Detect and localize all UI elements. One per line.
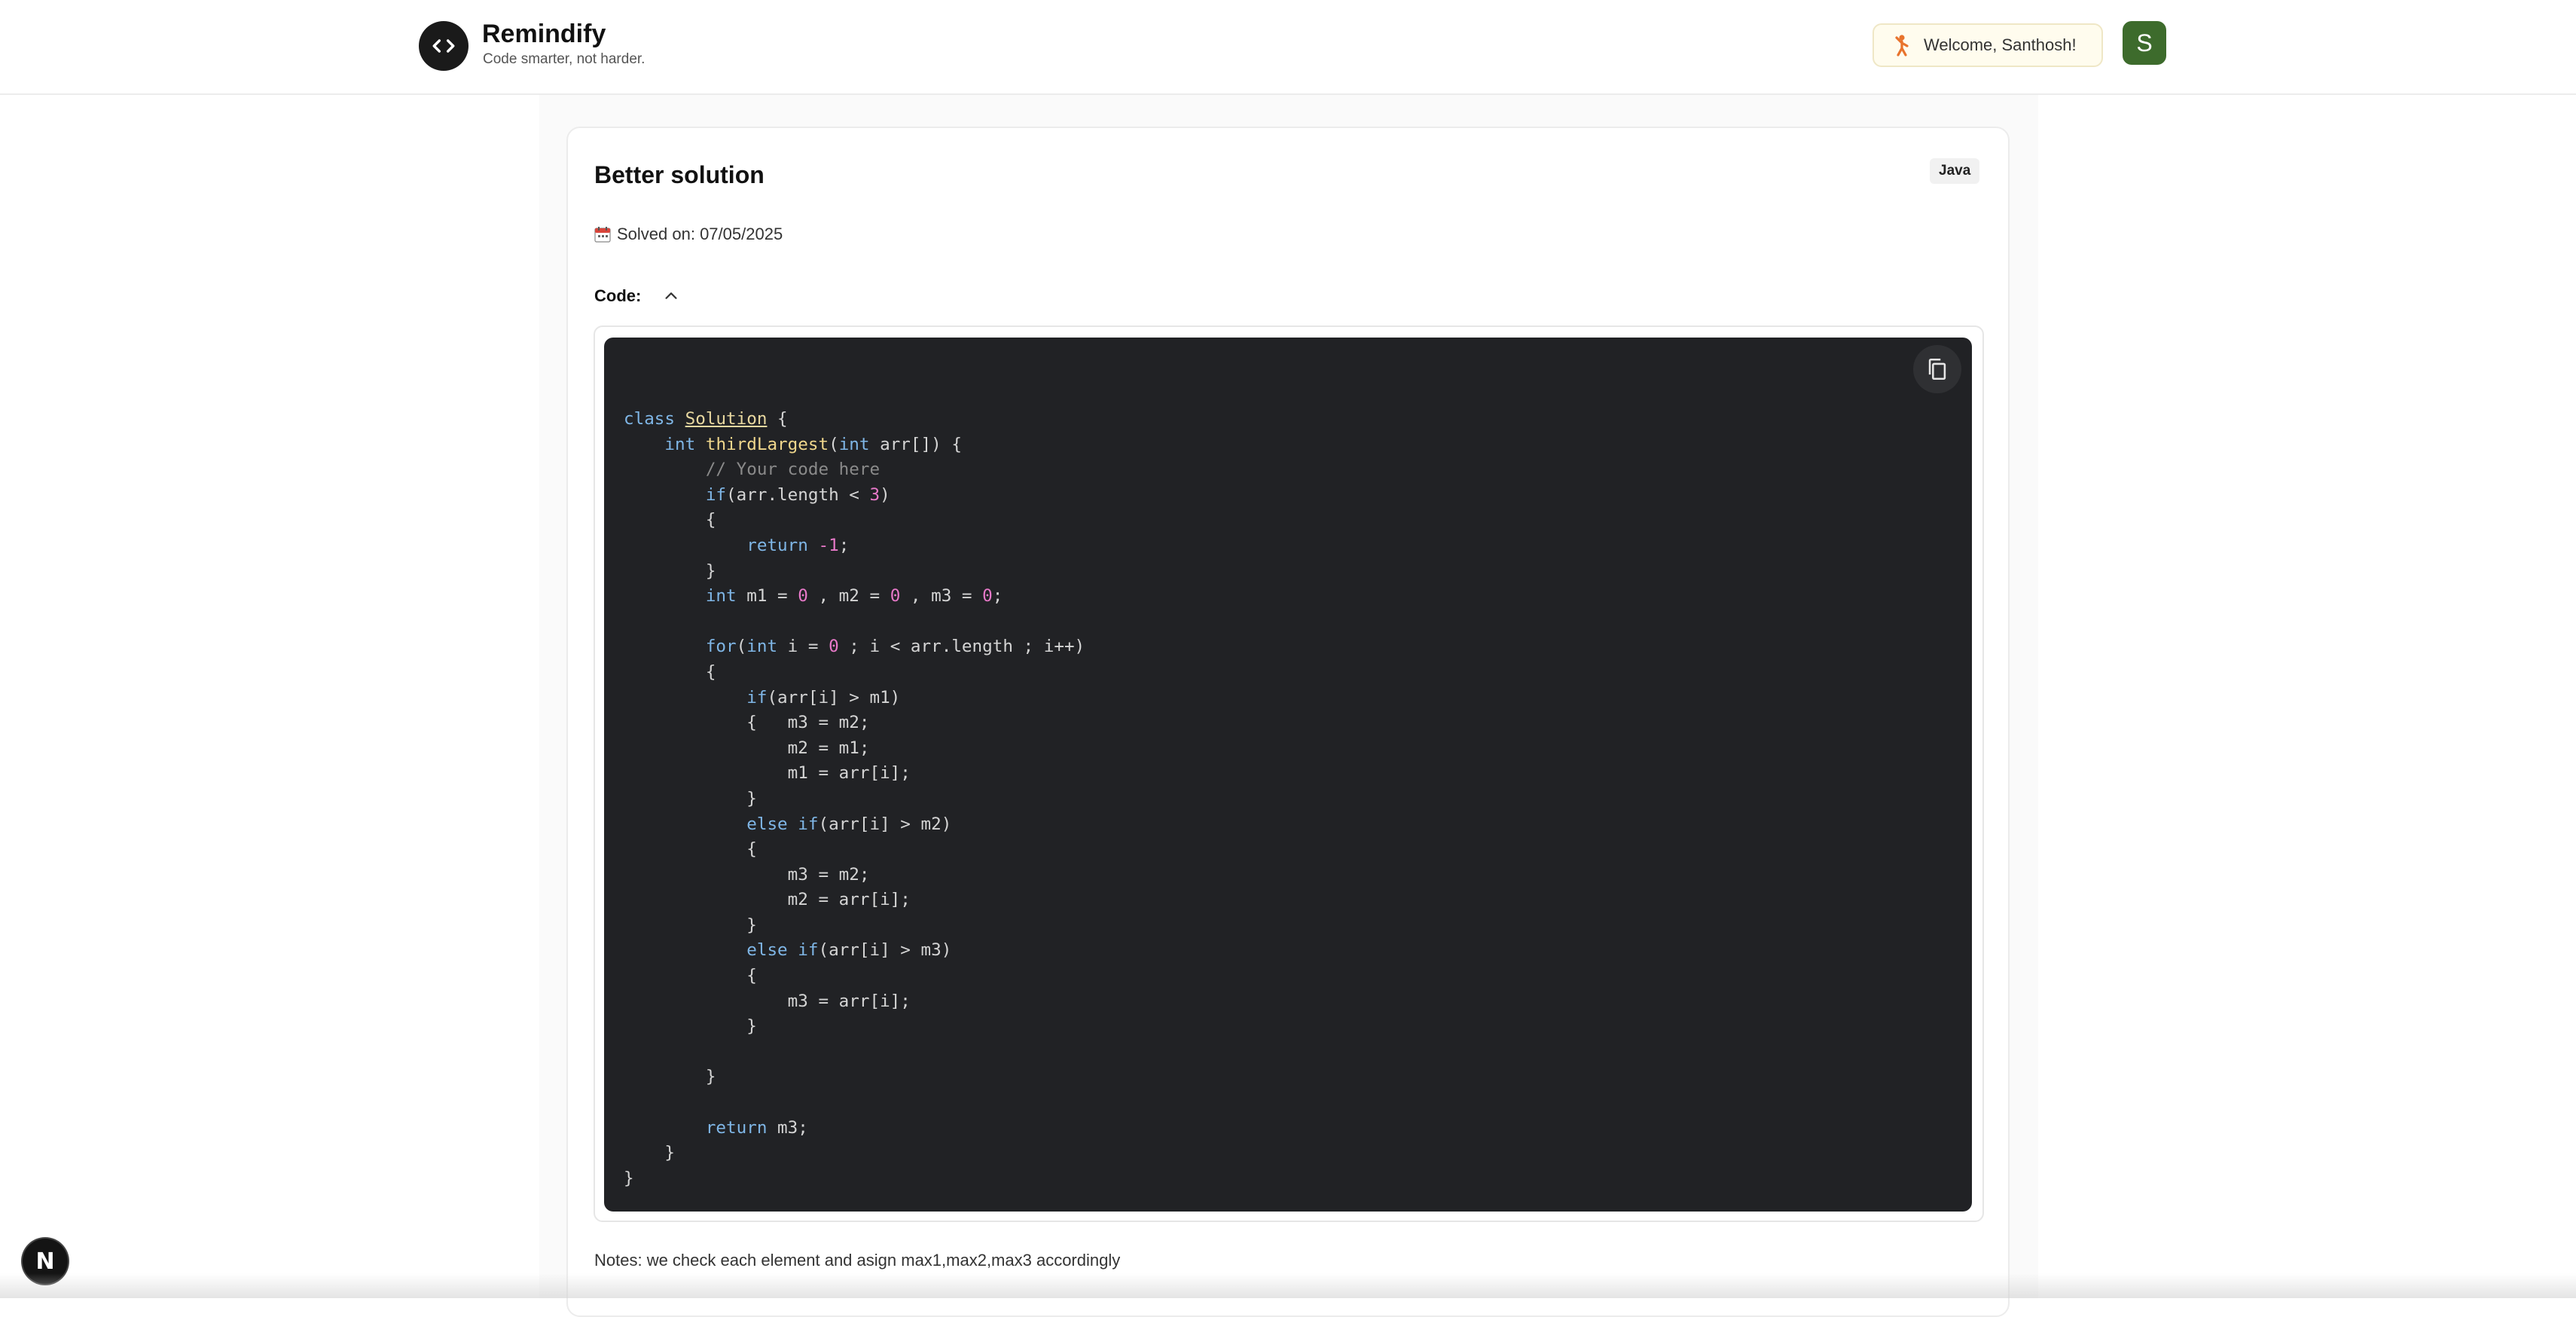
code-line: m3 = arr[i];	[624, 991, 911, 1011]
top-header: Remindify Code smarter, not harder. Welc…	[0, 0, 2576, 95]
code-line: }	[624, 1016, 757, 1037]
calendar-icon	[594, 226, 611, 243]
logo-button[interactable]	[419, 21, 469, 71]
solved-date: Solved on: 07/05/2025	[594, 225, 783, 244]
solution-notes: Notes: we check each element and asign m…	[594, 1251, 1121, 1270]
language-badge: Java	[1930, 158, 1980, 184]
code-line: if(arr[i] > m1)	[746, 687, 901, 707]
code-line: }	[624, 561, 716, 581]
code-line: {	[624, 839, 757, 860]
code-line: m2 = arr[i];	[624, 890, 911, 910]
code-line: else if(arr[i] > m3)	[746, 940, 952, 961]
code-content[interactable]: class Solution { int thirdLargest(int ar…	[624, 407, 1085, 1191]
bottom-fade	[0, 1273, 2576, 1298]
code-line: { m3 = m2;	[624, 713, 870, 733]
code-line: return m3;	[705, 1117, 808, 1138]
code-line: // Your code here	[624, 460, 881, 480]
code-label: Code:	[594, 286, 642, 305]
code-line: m1 = arr[i];	[624, 763, 911, 784]
code-line: return -1;	[746, 535, 850, 555]
chevron-up-icon	[665, 292, 677, 299]
code-line: if(arr.length < 3)	[705, 484, 890, 505]
code-line: else if(arr[i] > m2)	[746, 814, 952, 834]
copy-button[interactable]	[1913, 345, 1961, 393]
waving-person-icon	[1892, 34, 1912, 57]
code-line: for(int i = 0 ; i < arr.length ; i++)	[705, 637, 1085, 657]
code-line: {	[624, 510, 716, 530]
code-line: int m1 = 0 , m2 = 0 , m3 = 0;	[705, 586, 1003, 607]
code-line: class Solution {	[624, 409, 788, 429]
code-line: {	[624, 966, 757, 986]
welcome-badge: Welcome, Santhosh!	[1872, 23, 2103, 67]
solution-title: Better solution	[594, 161, 765, 188]
brand-name: Remindify	[482, 20, 606, 48]
code-line: }	[624, 1067, 716, 1087]
code-line: }	[624, 1143, 676, 1163]
avatar[interactable]: S	[2123, 21, 2166, 65]
brand-tagline: Code smarter, not harder.	[483, 51, 646, 67]
copy-icon	[1928, 358, 1946, 380]
code-brackets-icon	[432, 39, 455, 53]
code-line: int thirdLargest(int arr[]) {	[664, 434, 962, 454]
collapse-code-toggle[interactable]	[661, 286, 681, 306]
code-line: {	[624, 662, 716, 682]
code-line: m2 = m1;	[624, 738, 870, 758]
code-line: m3 = m2;	[624, 864, 870, 885]
code-line: }	[624, 1168, 634, 1188]
dev-badge-label: N	[35, 1248, 55, 1275]
welcome-text: Welcome, Santhosh!	[1924, 35, 2077, 54]
solved-date-text: Solved on: 07/05/2025	[617, 225, 783, 243]
code-line: }	[624, 915, 757, 935]
code-line: }	[624, 788, 757, 808]
